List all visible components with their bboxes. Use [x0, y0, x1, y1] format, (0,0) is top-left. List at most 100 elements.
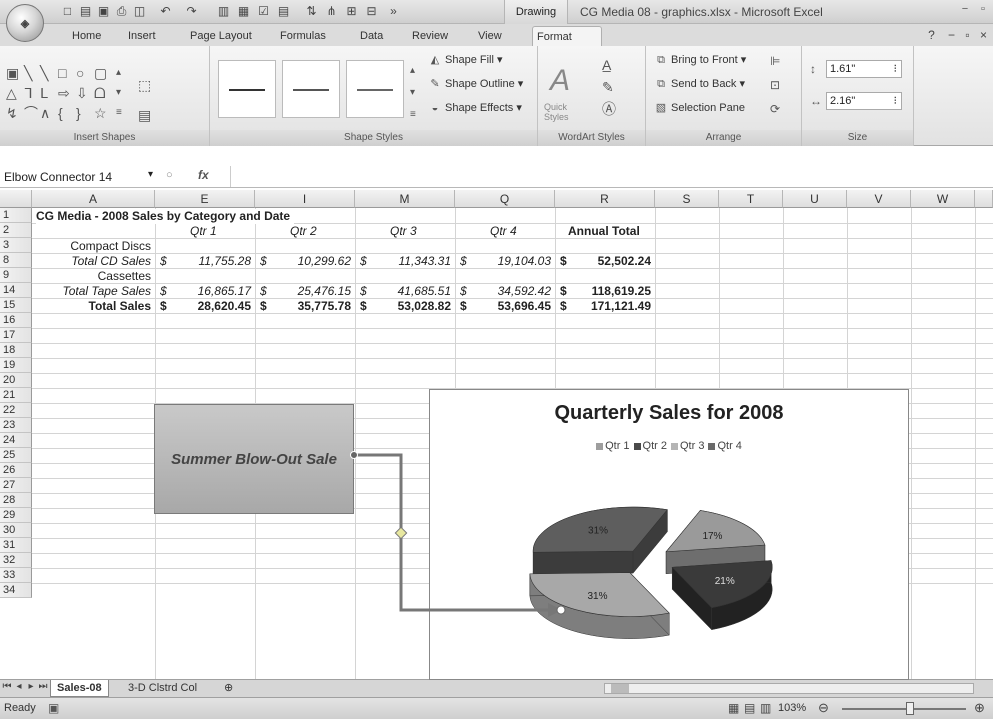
edit-shape-icon[interactable]: ⬚ [138, 78, 151, 92]
col-header[interactable]: Q [455, 190, 555, 208]
textbox-shape-icon[interactable]: ▣ [6, 66, 19, 80]
group-objects-icon[interactable]: ⊡ [770, 78, 780, 92]
wb-restore-icon[interactable]: ▫ [960, 28, 975, 43]
grand-annual-total[interactable]: 171,121.49 [555, 299, 655, 314]
sheet-title-cell[interactable]: CG Media - 2008 Sales by Category and Da… [36, 209, 295, 224]
row-header[interactable]: 31 [0, 538, 32, 553]
shapes-more-icon[interactable]: ≡ [116, 106, 122, 120]
select-all-corner[interactable] [0, 190, 32, 208]
name-box-dropdown-icon[interactable]: ▾ [148, 169, 153, 180]
rounded-rect-shape-icon[interactable]: ▢ [94, 66, 107, 80]
bring-to-front-button[interactable]: ⧉ Bring to Front ▾ [654, 52, 746, 68]
col-header[interactable]: V [847, 190, 911, 208]
row-header[interactable]: 16 [0, 313, 32, 328]
page-layout-view-icon[interactable]: ▤ [744, 701, 755, 715]
row-header[interactable]: 22 [0, 403, 32, 418]
text-box-icon[interactable]: ▤ [138, 108, 151, 122]
redo-icon[interactable]: ↷ [184, 4, 199, 19]
text-fill-icon[interactable]: A̲ [602, 58, 611, 72]
qat-more-icon[interactable]: » [386, 4, 401, 19]
shape-style-1[interactable] [218, 60, 276, 118]
restore-icon[interactable]: ▫ [976, 2, 990, 16]
tab-page-layout[interactable]: Page Layout [186, 26, 256, 46]
align-icon[interactable]: ⊫ [770, 54, 780, 68]
sort-icon[interactable]: ⇅ [304, 4, 319, 19]
filter-icon[interactable]: ⋔ [324, 4, 339, 19]
row-header[interactable]: 24 [0, 433, 32, 448]
tab-review[interactable]: Review [408, 26, 452, 46]
tab-view[interactable]: View [474, 26, 506, 46]
insert-sheet-icon[interactable]: ⊕ [218, 680, 239, 697]
col-header[interactable]: S [655, 190, 719, 208]
tab-data[interactable]: Data [356, 26, 387, 46]
normal-view-icon[interactable]: ▦ [728, 701, 739, 715]
horizontal-scrollbar[interactable] [604, 683, 974, 694]
office-button[interactable]: ◈ [6, 4, 44, 42]
row-header[interactable]: 33 [0, 568, 32, 583]
row-header[interactable]: 18 [0, 343, 32, 358]
star-shape-icon[interactable]: ☆ [94, 106, 107, 120]
tab-format[interactable]: Format [532, 26, 602, 46]
row-header[interactable]: 17 [0, 328, 32, 343]
header-annual-total[interactable]: Annual Total [568, 224, 640, 239]
total-qtr1-value[interactable]: 28,620.45 [155, 299, 255, 314]
row-header[interactable]: 1 [0, 208, 32, 223]
label-total-sales[interactable]: Total Sales [32, 299, 155, 314]
label-total-tape-sales[interactable]: Total Tape Sales [32, 284, 155, 299]
first-sheet-icon[interactable]: ⏮ [2, 681, 12, 692]
formula-input[interactable] [230, 166, 986, 187]
total-qtr2-value[interactable]: 35,775.78 [255, 299, 355, 314]
wb-close-icon[interactable]: × [976, 28, 991, 43]
col-header[interactable]: W [911, 190, 975, 208]
grid2-icon[interactable]: ⊟ [364, 4, 379, 19]
tab-insert[interactable]: Insert [124, 26, 160, 46]
rect-shape-icon[interactable]: □ [58, 66, 66, 80]
styles-scroll-up-icon[interactable]: ▴ [410, 64, 415, 78]
page-break-view-icon[interactable]: ▥ [760, 701, 771, 715]
row-header[interactable]: 8 [0, 253, 32, 268]
sheet-tab-sales-08[interactable]: Sales-08 [50, 680, 109, 697]
wb-minimize-icon[interactable]: − [944, 28, 959, 43]
zoom-slider-thumb[interactable] [906, 702, 915, 715]
name-box[interactable]: Elbow Connector 14 [2, 168, 166, 186]
row-header[interactable]: 26 [0, 463, 32, 478]
brace-close-shape-icon[interactable]: } [76, 106, 81, 120]
chart-area[interactable]: Quarterly Sales for 2008 Qtr 1 Qtr 2 Qtr 3… [429, 389, 909, 680]
wordart-a-icon[interactable]: A [550, 66, 570, 96]
wave-shape-icon[interactable]: ∧ [40, 106, 50, 120]
new-icon[interactable]: □ [60, 4, 75, 19]
row-header[interactable]: 29 [0, 508, 32, 523]
row-header[interactable]: 19 [0, 358, 32, 373]
height-spinner-icon[interactable]: ⁝ [894, 61, 898, 77]
row-header[interactable]: 34 [0, 583, 32, 598]
rotate-icon[interactable]: ⟳ [770, 102, 780, 116]
zoom-out-icon[interactable]: ⊖ [818, 700, 829, 716]
row-header[interactable]: 23 [0, 418, 32, 433]
sheet-tab-3d-clstrd-col[interactable]: 3-D Clstrd Col [122, 680, 203, 697]
print-icon[interactable]: ⎙ [114, 4, 129, 19]
pie-data-label[interactable]: 31% [588, 591, 608, 602]
row-header[interactable]: 32 [0, 553, 32, 568]
minimize-icon[interactable]: − [958, 2, 972, 16]
col-header[interactable]: E [155, 190, 255, 208]
row-header[interactable]: 9 [0, 268, 32, 283]
brace-open-shape-icon[interactable]: { [58, 106, 63, 120]
arc-shape-icon[interactable]: ⌒ [24, 106, 38, 120]
formula-cancel-icon[interactable]: ○ [166, 169, 173, 181]
text-effects-icon[interactable]: Ⓐ [602, 102, 616, 116]
edit-icon[interactable]: ☑ [256, 4, 271, 19]
oval-shape-icon[interactable]: ○ [76, 66, 84, 80]
tape-qtr4-value[interactable]: 34,592.42 [455, 284, 555, 299]
shape-style-3[interactable] [346, 60, 404, 118]
tape-qtr2-value[interactable]: 25,476.15 [255, 284, 355, 299]
prev-sheet-icon[interactable]: ◂ [14, 681, 24, 692]
pie-data-label[interactable]: 31% [588, 526, 608, 537]
table-icon[interactable]: ▦ [236, 4, 251, 19]
tab-home[interactable]: Home [68, 26, 105, 46]
col-header[interactable]: M [355, 190, 455, 208]
col-header[interactable]: U [783, 190, 847, 208]
cd-qtr4-value[interactable]: 19,104.03 [455, 254, 555, 269]
cd-annual-total[interactable]: 52,502.24 [555, 254, 655, 269]
chart-icon[interactable]: ▥ [216, 4, 231, 19]
elbow-shape-icon[interactable]: ᒪ [40, 86, 48, 100]
